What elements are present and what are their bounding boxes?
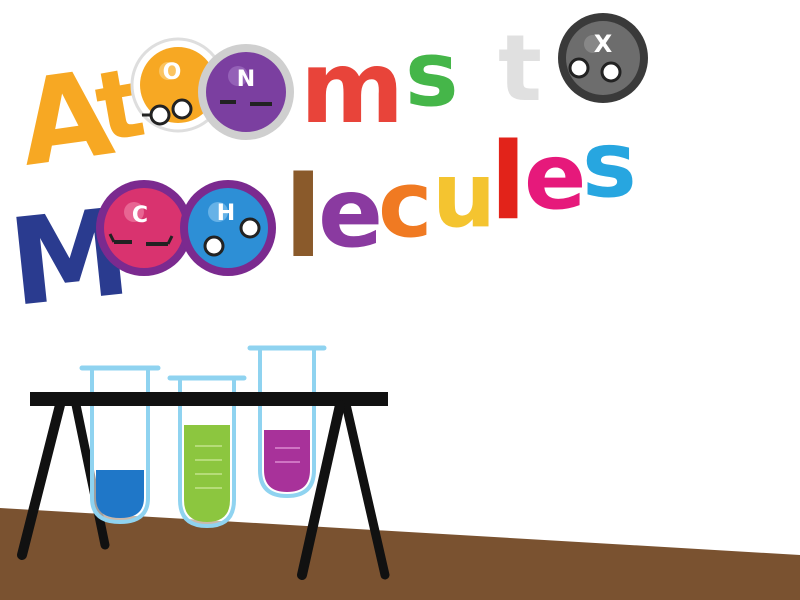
title-letter-u: u <box>432 143 496 248</box>
atom-x: X <box>558 13 648 103</box>
atom-label-o: O <box>163 60 182 85</box>
atom-label-h: H <box>217 201 235 226</box>
title-letter-s1: s <box>405 22 459 127</box>
title-letter-t2: t <box>498 15 542 122</box>
atom-label-n: N <box>237 67 255 92</box>
rack-top-bar <box>30 392 388 406</box>
title-letter-e2: e <box>524 123 586 230</box>
test-tube-purple <box>247 345 327 499</box>
title-letter-m1: m <box>300 29 404 146</box>
atom-nitrogen: N <box>198 44 294 140</box>
atom-hydrogen: H <box>180 180 276 276</box>
scene: A t O N m s t X M C H l e c u l e s <box>0 13 800 600</box>
atom-carbon: C <box>96 180 192 276</box>
atom-label-x: X <box>594 30 613 58</box>
test-tube-blue <box>79 365 161 525</box>
atom-label-c: C <box>132 203 148 228</box>
title-letter-e1: e <box>318 157 383 269</box>
title-letter-l1: l <box>284 153 322 283</box>
title-letter-c: c <box>378 151 433 258</box>
title-letter-l2: l <box>490 120 526 243</box>
title-letter-s2: s <box>582 111 637 218</box>
